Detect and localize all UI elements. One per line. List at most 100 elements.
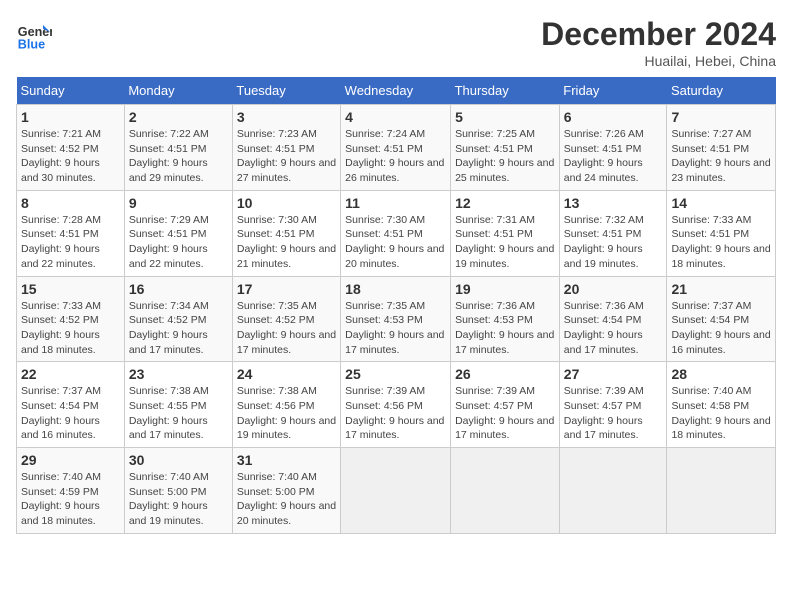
day-number: 25 [345, 366, 446, 382]
calendar-day-11: 11 Sunrise: 7:30 AMSunset: 4:51 PMDaylig… [341, 190, 451, 276]
calendar-day-22: 22 Sunrise: 7:37 AMSunset: 4:54 PMDaylig… [17, 362, 125, 448]
day-info: Sunrise: 7:35 AMSunset: 4:53 PMDaylight:… [345, 299, 446, 358]
day-info: Sunrise: 7:33 AMSunset: 4:52 PMDaylight:… [21, 299, 120, 358]
day-info: Sunrise: 7:37 AMSunset: 4:54 PMDaylight:… [21, 384, 120, 443]
calendar-day-13: 13 Sunrise: 7:32 AMSunset: 4:51 PMDaylig… [559, 190, 667, 276]
title-block: December 2024 Huailai, Hebei, China [541, 16, 776, 69]
day-info: Sunrise: 7:30 AMSunset: 4:51 PMDaylight:… [345, 213, 446, 272]
day-info: Sunrise: 7:39 AMSunset: 4:56 PMDaylight:… [345, 384, 446, 443]
calendar-day-24: 24 Sunrise: 7:38 AMSunset: 4:56 PMDaylig… [232, 362, 340, 448]
day-info: Sunrise: 7:40 AMSunset: 4:58 PMDaylight:… [671, 384, 771, 443]
calendar-day-empty [451, 448, 560, 534]
calendar-day-14: 14 Sunrise: 7:33 AMSunset: 4:51 PMDaylig… [667, 190, 776, 276]
calendar-day-25: 25 Sunrise: 7:39 AMSunset: 4:56 PMDaylig… [341, 362, 451, 448]
calendar-day-4: 4 Sunrise: 7:24 AMSunset: 4:51 PMDayligh… [341, 105, 451, 191]
calendar-day-16: 16 Sunrise: 7:34 AMSunset: 4:52 PMDaylig… [124, 276, 232, 362]
day-number: 8 [21, 195, 120, 211]
calendar-day-30: 30 Sunrise: 7:40 AMSunset: 5:00 PMDaylig… [124, 448, 232, 534]
calendar-row: 1 Sunrise: 7:21 AMSunset: 4:52 PMDayligh… [17, 105, 776, 191]
calendar-day-20: 20 Sunrise: 7:36 AMSunset: 4:54 PMDaylig… [559, 276, 667, 362]
calendar-day-27: 27 Sunrise: 7:39 AMSunset: 4:57 PMDaylig… [559, 362, 667, 448]
calendar-day-29: 29 Sunrise: 7:40 AMSunset: 4:59 PMDaylig… [17, 448, 125, 534]
day-number: 17 [237, 281, 336, 297]
day-number: 29 [21, 452, 120, 468]
day-number: 18 [345, 281, 446, 297]
calendar-day-6: 6 Sunrise: 7:26 AMSunset: 4:51 PMDayligh… [559, 105, 667, 191]
day-info: Sunrise: 7:32 AMSunset: 4:51 PMDaylight:… [564, 213, 663, 272]
weekday-header-tuesday: Tuesday [232, 77, 340, 105]
day-info: Sunrise: 7:22 AMSunset: 4:51 PMDaylight:… [129, 127, 228, 186]
day-number: 6 [564, 109, 663, 125]
svg-text:Blue: Blue [18, 37, 45, 51]
day-info: Sunrise: 7:36 AMSunset: 4:53 PMDaylight:… [455, 299, 555, 358]
calendar-day-empty [341, 448, 451, 534]
day-number: 13 [564, 195, 663, 211]
day-number: 12 [455, 195, 555, 211]
calendar-day-8: 8 Sunrise: 7:28 AMSunset: 4:51 PMDayligh… [17, 190, 125, 276]
page-header: General Blue December 2024 Huailai, Hebe… [16, 16, 776, 69]
day-info: Sunrise: 7:31 AMSunset: 4:51 PMDaylight:… [455, 213, 555, 272]
calendar-day-1: 1 Sunrise: 7:21 AMSunset: 4:52 PMDayligh… [17, 105, 125, 191]
day-number: 28 [671, 366, 771, 382]
day-info: Sunrise: 7:33 AMSunset: 4:51 PMDaylight:… [671, 213, 771, 272]
day-number: 19 [455, 281, 555, 297]
calendar-row: 29 Sunrise: 7:40 AMSunset: 4:59 PMDaylig… [17, 448, 776, 534]
calendar-day-28: 28 Sunrise: 7:40 AMSunset: 4:58 PMDaylig… [667, 362, 776, 448]
day-number: 30 [129, 452, 228, 468]
calendar-day-23: 23 Sunrise: 7:38 AMSunset: 4:55 PMDaylig… [124, 362, 232, 448]
calendar-row: 8 Sunrise: 7:28 AMSunset: 4:51 PMDayligh… [17, 190, 776, 276]
calendar-day-empty [667, 448, 776, 534]
day-number: 27 [564, 366, 663, 382]
logo-icon: General Blue [16, 16, 52, 52]
weekday-header-wednesday: Wednesday [341, 77, 451, 105]
day-number: 10 [237, 195, 336, 211]
calendar-day-10: 10 Sunrise: 7:30 AMSunset: 4:51 PMDaylig… [232, 190, 340, 276]
weekday-header-row: SundayMondayTuesdayWednesdayThursdayFrid… [17, 77, 776, 105]
day-number: 21 [671, 281, 771, 297]
day-number: 16 [129, 281, 228, 297]
calendar-day-26: 26 Sunrise: 7:39 AMSunset: 4:57 PMDaylig… [451, 362, 560, 448]
day-info: Sunrise: 7:29 AMSunset: 4:51 PMDaylight:… [129, 213, 228, 272]
day-info: Sunrise: 7:23 AMSunset: 4:51 PMDaylight:… [237, 127, 336, 186]
calendar-day-2: 2 Sunrise: 7:22 AMSunset: 4:51 PMDayligh… [124, 105, 232, 191]
weekday-header-saturday: Saturday [667, 77, 776, 105]
day-number: 5 [455, 109, 555, 125]
day-info: Sunrise: 7:24 AMSunset: 4:51 PMDaylight:… [345, 127, 446, 186]
day-info: Sunrise: 7:40 AMSunset: 4:59 PMDaylight:… [21, 470, 120, 529]
logo: General Blue [16, 16, 52, 52]
weekday-header-monday: Monday [124, 77, 232, 105]
day-number: 2 [129, 109, 228, 125]
day-info: Sunrise: 7:26 AMSunset: 4:51 PMDaylight:… [564, 127, 663, 186]
calendar-day-15: 15 Sunrise: 7:33 AMSunset: 4:52 PMDaylig… [17, 276, 125, 362]
day-info: Sunrise: 7:39 AMSunset: 4:57 PMDaylight:… [455, 384, 555, 443]
calendar-day-empty [559, 448, 667, 534]
day-number: 15 [21, 281, 120, 297]
day-info: Sunrise: 7:21 AMSunset: 4:52 PMDaylight:… [21, 127, 120, 186]
day-info: Sunrise: 7:40 AMSunset: 5:00 PMDaylight:… [129, 470, 228, 529]
day-info: Sunrise: 7:38 AMSunset: 4:56 PMDaylight:… [237, 384, 336, 443]
day-number: 7 [671, 109, 771, 125]
location: Huailai, Hebei, China [541, 53, 776, 69]
day-info: Sunrise: 7:38 AMSunset: 4:55 PMDaylight:… [129, 384, 228, 443]
weekday-header-sunday: Sunday [17, 77, 125, 105]
calendar-day-18: 18 Sunrise: 7:35 AMSunset: 4:53 PMDaylig… [341, 276, 451, 362]
weekday-header-thursday: Thursday [451, 77, 560, 105]
calendar-row: 15 Sunrise: 7:33 AMSunset: 4:52 PMDaylig… [17, 276, 776, 362]
day-info: Sunrise: 7:30 AMSunset: 4:51 PMDaylight:… [237, 213, 336, 272]
day-info: Sunrise: 7:37 AMSunset: 4:54 PMDaylight:… [671, 299, 771, 358]
day-info: Sunrise: 7:25 AMSunset: 4:51 PMDaylight:… [455, 127, 555, 186]
day-number: 11 [345, 195, 446, 211]
month-title: December 2024 [541, 16, 776, 53]
day-number: 26 [455, 366, 555, 382]
day-number: 31 [237, 452, 336, 468]
weekday-header-friday: Friday [559, 77, 667, 105]
day-number: 24 [237, 366, 336, 382]
calendar-row: 22 Sunrise: 7:37 AMSunset: 4:54 PMDaylig… [17, 362, 776, 448]
calendar-day-17: 17 Sunrise: 7:35 AMSunset: 4:52 PMDaylig… [232, 276, 340, 362]
day-number: 14 [671, 195, 771, 211]
calendar-day-21: 21 Sunrise: 7:37 AMSunset: 4:54 PMDaylig… [667, 276, 776, 362]
day-info: Sunrise: 7:39 AMSunset: 4:57 PMDaylight:… [564, 384, 663, 443]
day-info: Sunrise: 7:40 AMSunset: 5:00 PMDaylight:… [237, 470, 336, 529]
calendar-day-9: 9 Sunrise: 7:29 AMSunset: 4:51 PMDayligh… [124, 190, 232, 276]
day-number: 1 [21, 109, 120, 125]
